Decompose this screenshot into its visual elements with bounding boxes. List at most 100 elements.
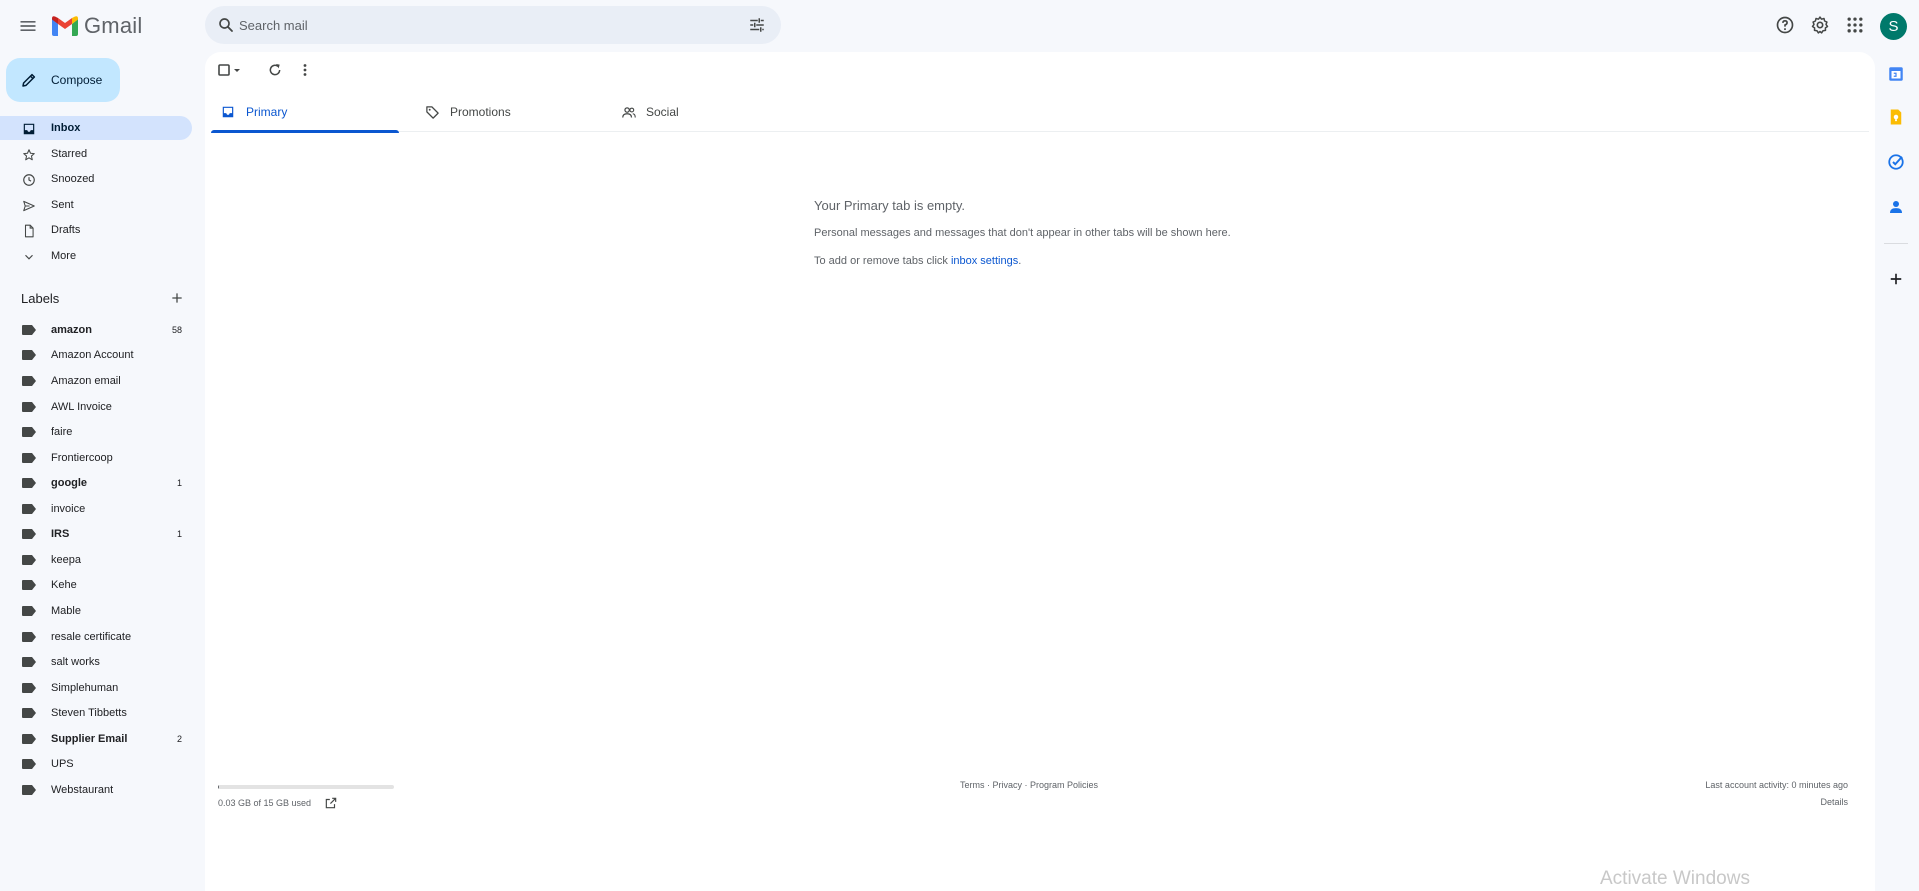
label-item[interactable]: faire bbox=[0, 422, 192, 442]
search-icon[interactable] bbox=[217, 16, 235, 34]
storage-meter bbox=[218, 785, 394, 789]
label-item[interactable]: Kehe bbox=[0, 575, 192, 595]
label-item[interactable]: Supplier Email 2 bbox=[0, 729, 192, 749]
create-label-plus-icon[interactable] bbox=[170, 291, 184, 305]
label-item[interactable]: Amazon email bbox=[0, 371, 192, 391]
label-item[interactable]: google 1 bbox=[0, 473, 192, 493]
label-count: 1 bbox=[176, 529, 182, 539]
label-name: IRS bbox=[51, 528, 70, 540]
inbox-settings-link[interactable]: inbox settings bbox=[951, 255, 1018, 267]
search-input[interactable] bbox=[239, 6, 719, 44]
inbox-tabs: Primary Promotions Social bbox=[211, 90, 1869, 133]
tab-promotions[interactable]: Promotions bbox=[415, 90, 603, 132]
hint-prefix: To add or remove tabs click bbox=[814, 255, 951, 267]
label-tag-icon bbox=[22, 555, 36, 565]
label-item[interactable]: Mable bbox=[0, 601, 192, 621]
label-tag-icon bbox=[22, 657, 36, 667]
program-policies-link[interactable]: Program Policies bbox=[1030, 780, 1098, 790]
label-item[interactable]: keepa bbox=[0, 550, 192, 570]
label-item[interactable]: amazon 58 bbox=[0, 320, 192, 340]
label-name: salt works bbox=[51, 656, 100, 668]
label-tag-icon bbox=[22, 683, 36, 693]
label-name: UPS bbox=[51, 758, 74, 770]
privacy-link[interactable]: Privacy bbox=[993, 780, 1023, 790]
contacts-icon[interactable] bbox=[1887, 198, 1905, 216]
label-item[interactable]: AWL Invoice bbox=[0, 397, 192, 417]
gmail-logo[interactable]: Gmail bbox=[52, 13, 142, 38]
label-tag-icon bbox=[22, 350, 36, 360]
calendar-icon[interactable] bbox=[1887, 65, 1905, 83]
nav-label: Inbox bbox=[51, 122, 81, 134]
open-in-new-icon[interactable] bbox=[324, 796, 338, 810]
search-bar[interactable] bbox=[205, 6, 781, 44]
label-tag-icon bbox=[22, 734, 36, 744]
label-tag-icon bbox=[22, 580, 36, 590]
help-icon[interactable] bbox=[1775, 15, 1795, 35]
inbox-icon bbox=[23, 123, 35, 135]
chevron-down-icon bbox=[25, 254, 33, 260]
label-name: Simplehuman bbox=[51, 682, 119, 694]
label-tag-icon bbox=[22, 529, 36, 539]
compose-button[interactable]: Compose bbox=[6, 58, 120, 102]
send-icon bbox=[23, 200, 35, 212]
label-name: amazon bbox=[51, 324, 92, 336]
keep-icon[interactable] bbox=[1887, 108, 1905, 126]
nav-item-sent[interactable]: Sent bbox=[0, 193, 192, 217]
label-name: resale certificate bbox=[51, 631, 132, 643]
tab-social[interactable]: Social bbox=[611, 90, 799, 132]
label-name: AWL Invoice bbox=[51, 401, 112, 413]
account-avatar[interactable]: S bbox=[1880, 13, 1907, 40]
label-item[interactable]: UPS bbox=[0, 754, 192, 774]
tab-primary[interactable]: Primary bbox=[211, 90, 399, 133]
label-tag-icon bbox=[22, 785, 36, 795]
nav-item-drafts[interactable]: Drafts bbox=[0, 218, 192, 242]
tasks-icon[interactable] bbox=[1887, 153, 1905, 171]
settings-gear-icon[interactable] bbox=[1810, 15, 1830, 35]
get-addons-plus-icon[interactable] bbox=[1887, 270, 1905, 288]
label-item[interactable]: Webstaurant bbox=[0, 780, 192, 800]
activity-details-link[interactable]: Details bbox=[1820, 797, 1848, 807]
nav-label: Sent bbox=[51, 199, 74, 211]
side-panel-divider bbox=[1884, 243, 1908, 244]
nav-item-inbox[interactable]: Inbox bbox=[0, 116, 192, 140]
search-options-icon[interactable] bbox=[748, 16, 766, 34]
label-item[interactable]: Frontiercoop bbox=[0, 448, 192, 468]
label-tag-icon bbox=[22, 478, 36, 488]
windows-activation-watermark: Activate Windows bbox=[1600, 868, 1750, 889]
label-item[interactable]: invoice bbox=[0, 499, 192, 519]
label-item[interactable]: IRS 1 bbox=[0, 524, 192, 544]
label-item[interactable]: salt works bbox=[0, 652, 192, 672]
label-item[interactable]: Simplehuman bbox=[0, 678, 192, 698]
gmail-m-icon bbox=[52, 16, 78, 36]
nav-item-starred[interactable]: Starred bbox=[0, 142, 192, 166]
label-item[interactable]: resale certificate bbox=[0, 627, 192, 647]
storage-meter-fill bbox=[218, 785, 219, 789]
storage-usage: 0.03 GB of 15 GB used bbox=[218, 798, 312, 808]
label-name: Amazon email bbox=[51, 375, 121, 387]
label-item[interactable]: Amazon Account bbox=[0, 345, 192, 365]
more-vertical-icon[interactable] bbox=[297, 62, 313, 78]
empty-state-hint: To add or remove tabs click inbox settin… bbox=[814, 255, 1021, 267]
nav-label: More bbox=[51, 250, 77, 262]
main-menu-icon[interactable] bbox=[18, 16, 38, 36]
terms-link[interactable]: Terms bbox=[960, 780, 985, 790]
label-name: Frontiercoop bbox=[51, 452, 113, 464]
label-tag-icon bbox=[22, 708, 36, 718]
label-tag-icon bbox=[22, 453, 36, 463]
footer-links: Terms · Privacy · Program Policies bbox=[960, 780, 1098, 790]
google-apps-icon[interactable] bbox=[1845, 15, 1865, 35]
nav-label: Snoozed bbox=[51, 173, 95, 185]
label-name: Supplier Email bbox=[51, 733, 128, 745]
nav-label: Drafts bbox=[51, 224, 81, 236]
label-tag-icon bbox=[22, 376, 36, 386]
label-tag-icon bbox=[22, 427, 36, 437]
select-dropdown-icon[interactable] bbox=[232, 62, 242, 78]
nav-item-snoozed[interactable]: Snoozed bbox=[0, 167, 192, 191]
nav-item-more[interactable]: More bbox=[0, 244, 192, 268]
select-checkbox-icon[interactable] bbox=[217, 62, 233, 78]
label-tag-icon bbox=[22, 325, 36, 335]
label-item[interactable]: Steven Tibbetts bbox=[0, 703, 192, 723]
label-name: Mable bbox=[51, 605, 81, 617]
refresh-icon[interactable] bbox=[267, 62, 283, 78]
nav-label: Starred bbox=[51, 148, 88, 160]
